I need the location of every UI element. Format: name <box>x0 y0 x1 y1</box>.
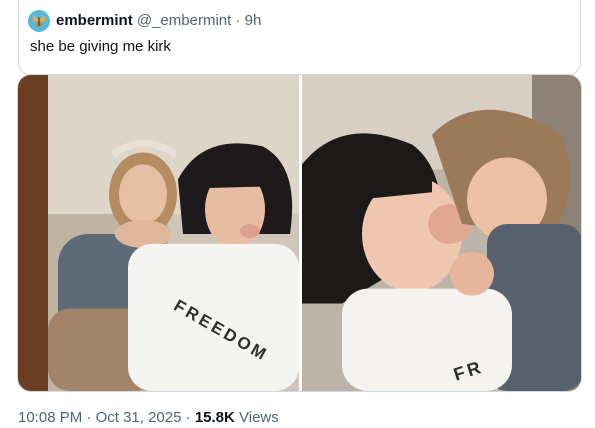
separator-dot: · <box>185 409 191 426</box>
post-date[interactable]: Oct 31, 2025 <box>96 409 182 426</box>
photo-right[interactable]: FR <box>302 75 581 391</box>
avatar[interactable] <box>28 10 50 32</box>
author-handle[interactable]: @_embermint <box>137 12 231 29</box>
post-time[interactable]: 10:08 PM <box>18 409 82 426</box>
time-ago[interactable]: 9h <box>245 12 262 29</box>
views-count[interactable]: 15.8K <box>195 409 235 426</box>
photo-left[interactable]: FREEDOM <box>18 75 299 391</box>
tweet-text: she be giving me kirk <box>30 38 171 55</box>
photo-right-image: FR <box>302 75 581 391</box>
separator-dot: · <box>86 409 92 426</box>
butterfly-icon <box>32 16 46 27</box>
views-label: Views <box>239 409 279 426</box>
photo-left-image: FREEDOM <box>18 75 299 391</box>
author-name[interactable]: embermint <box>56 12 133 29</box>
tweet-footer: 10:08 PM · Oct 31, 2025 · 15.8K Views <box>18 408 279 428</box>
tweet-header: embermint @_embermint · 9h <box>56 11 261 31</box>
media-grid: FREEDOM FR <box>17 74 582 392</box>
separator-dot: · <box>235 12 241 29</box>
